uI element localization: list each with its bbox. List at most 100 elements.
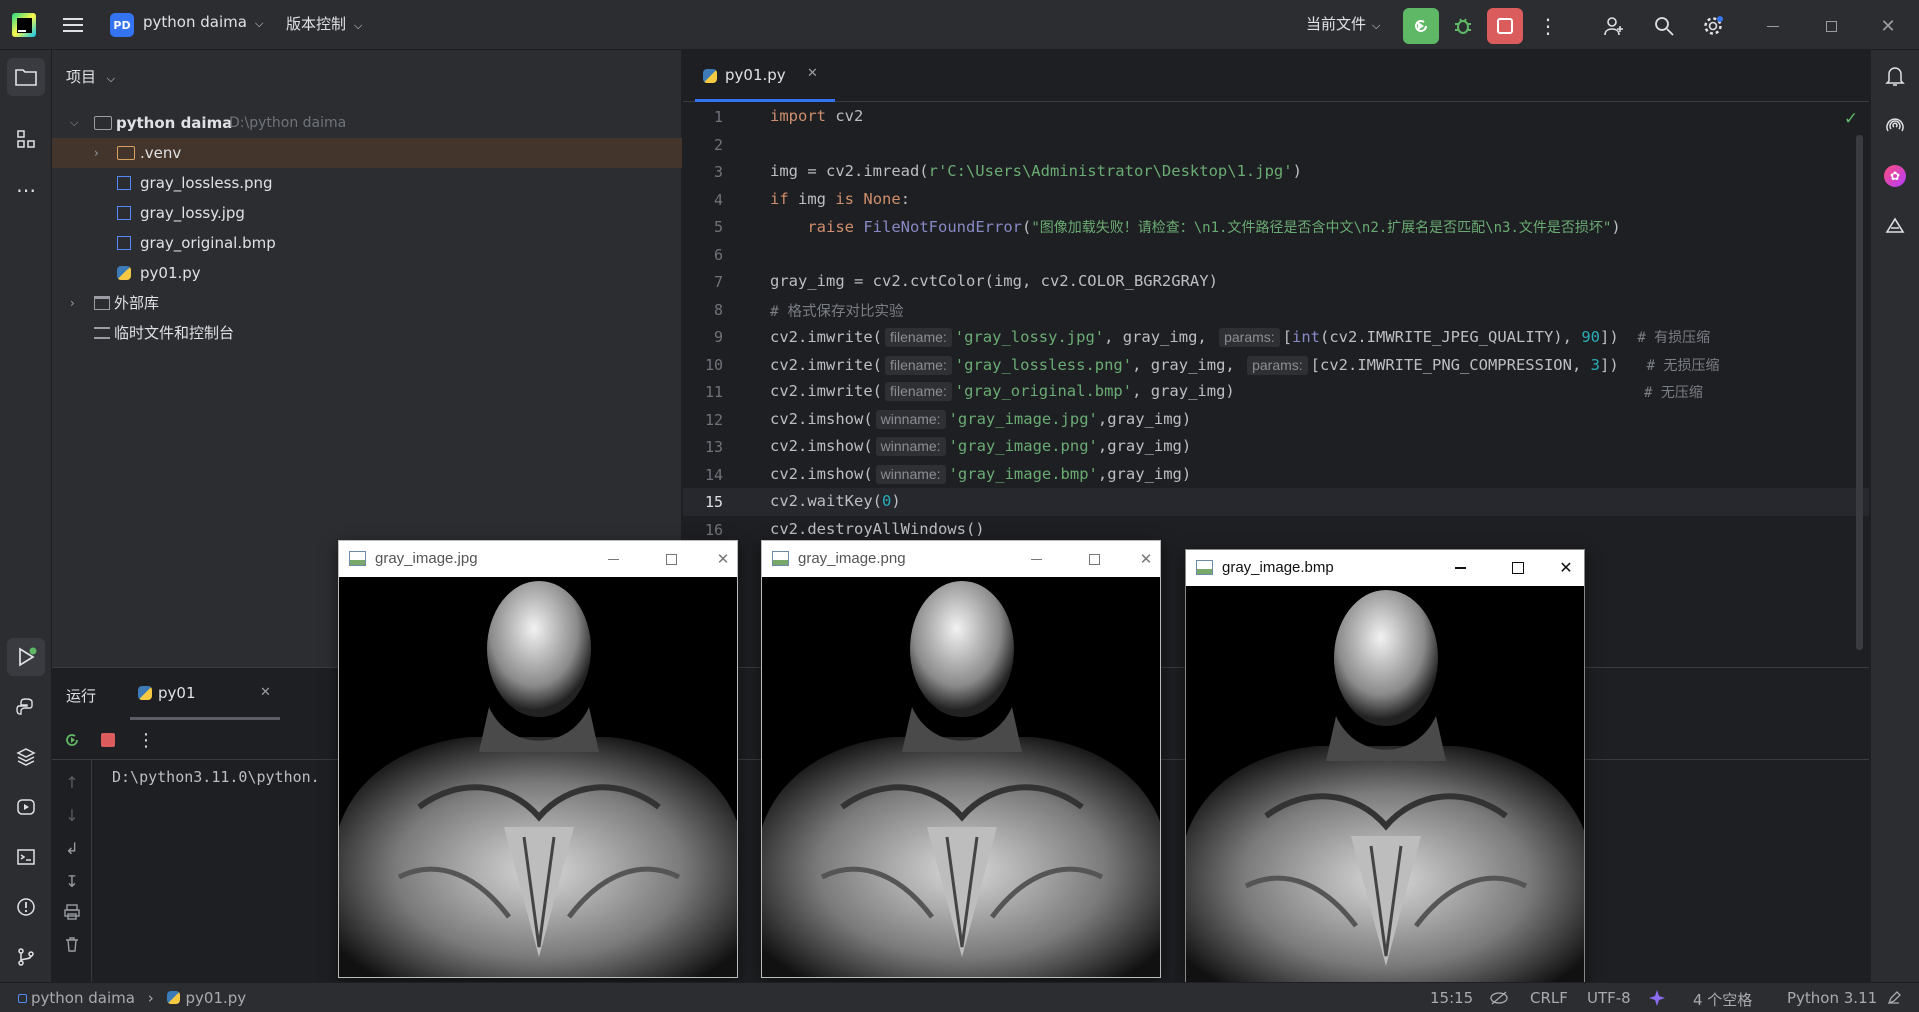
number-literal: 3 — [1590, 356, 1600, 374]
run-config-selector[interactable]: 当前文件 ⌵ — [1306, 13, 1380, 34]
tree-item-gray-lossless[interactable]: gray_lossless.png — [52, 168, 682, 198]
gray-image-display — [762, 577, 1160, 977]
imshow-window-png[interactable]: gray_image.png ✕ — [761, 540, 1161, 978]
services-icon[interactable] — [12, 793, 40, 821]
restore-window-icon[interactable] — [1815, 12, 1847, 40]
file-encoding[interactable]: UTF-8 — [1587, 989, 1631, 1007]
project-panel-header[interactable]: 项目 ⌵ — [66, 66, 115, 87]
notifications-bell-icon[interactable] — [1881, 62, 1909, 90]
string-literal: 'gray_image.bmp' — [948, 465, 1098, 483]
editor-tab-py01[interactable]: py01.py ✕ — [695, 50, 835, 102]
opencv-window-icon — [349, 551, 366, 566]
print-icon[interactable] — [60, 900, 84, 924]
imshow-window-titlebar[interactable]: gray_image.jpg ✕ — [339, 541, 737, 577]
minimize-icon[interactable] — [1014, 541, 1058, 577]
maximize-icon[interactable] — [1496, 550, 1540, 586]
tree-item-scratches[interactable]: 临时文件和控制台 — [52, 318, 682, 348]
code-line-4: if img is None: — [770, 190, 910, 208]
tree-item-external-libs[interactable]: › 外部库 — [52, 288, 682, 318]
scrollbar-track[interactable] — [1856, 135, 1863, 650]
tree-item-gray-lossy[interactable]: gray_lossy.jpg — [52, 198, 682, 228]
vcs-menu[interactable]: 版本控制 ⌵ — [286, 13, 362, 34]
close-icon[interactable]: ✕ — [707, 541, 739, 577]
rerun-button[interactable] — [1403, 8, 1439, 44]
project-view-folder-icon[interactable] — [7, 58, 45, 96]
tree-item-venv[interactable]: › .venv — [52, 138, 682, 168]
breadcrumb-file[interactable]: py01.py — [186, 989, 247, 1007]
main-menu-icon[interactable] — [60, 12, 86, 38]
scroll-up-icon[interactable]: ↑ — [60, 770, 84, 794]
no-inspections-eye-icon[interactable] — [1488, 987, 1510, 1009]
scroll-to-end-icon[interactable]: ↧ — [60, 869, 84, 893]
rerun-icon[interactable] — [60, 728, 84, 752]
imshow-window-bmp[interactable]: gray_image.bmp ✕ — [1185, 549, 1585, 987]
caret-position[interactable]: 15:15 — [1430, 989, 1473, 1007]
tree-item-label: 临时文件和控制台 — [114, 324, 235, 342]
soft-wrap-icon[interactable]: ↲ — [60, 836, 84, 860]
indent-setting[interactable]: 4 个空格 — [1693, 989, 1752, 1010]
imshow-window-jpg[interactable]: gray_image.jpg ✕ — [338, 540, 738, 978]
python-console-icon[interactable] — [12, 693, 40, 721]
close-tab-icon[interactable]: ✕ — [807, 66, 818, 81]
imshow-window-titlebar[interactable]: gray_image.bmp ✕ — [1186, 550, 1584, 586]
ai-assistant-icon[interactable] — [1881, 112, 1909, 140]
close-icon[interactable]: ✕ — [1546, 550, 1586, 586]
code-line-12: cv2.imshow(winname:'gray_image.jpg',gray… — [770, 410, 1191, 429]
more-tool-windows-icon[interactable]: ⋯ — [12, 176, 40, 204]
run-tab-py01[interactable]: py01 ✕ — [130, 668, 280, 720]
run-tool-icon[interactable] — [7, 638, 45, 676]
window-title: gray_image.jpg — [375, 550, 478, 567]
ai-status-icon[interactable] — [1646, 987, 1668, 1009]
line-number: 1 — [713, 108, 723, 126]
copilot-icon[interactable] — [1881, 212, 1909, 240]
chevron-expanded-icon[interactable]: ⌵ — [70, 108, 78, 138]
gray-image-display — [339, 577, 737, 977]
read-only-toggle-icon[interactable] — [1883, 987, 1905, 1009]
close-icon[interactable]: ✕ — [1130, 541, 1162, 577]
tree-item-label: .venv — [140, 144, 182, 162]
string-literal: 'gray_lossless.png' — [954, 356, 1133, 374]
line-separator[interactable]: CRLF — [1530, 989, 1568, 1007]
more-actions-icon[interactable]: ⋮ — [1536, 12, 1560, 40]
structure-icon[interactable] — [12, 125, 40, 153]
layers-icon[interactable] — [12, 743, 40, 771]
vcs-label: 版本控制 — [286, 15, 347, 33]
close-window-icon[interactable]: ✕ — [1872, 12, 1904, 40]
minimize-window-icon[interactable] — [1757, 12, 1789, 40]
more-actions-icon[interactable]: ⋮ — [136, 728, 156, 752]
tree-root-python-daima[interactable]: ⌵ python daima D:\python daima — [52, 108, 682, 138]
git-branch-icon[interactable] — [12, 943, 40, 971]
close-tab-icon[interactable]: ✕ — [260, 685, 271, 700]
stop-button[interactable] — [1487, 8, 1523, 44]
breadcrumb-project[interactable]: python daima — [31, 989, 135, 1007]
add-user-icon[interactable] — [1600, 12, 1628, 40]
maximize-icon[interactable] — [1072, 541, 1116, 577]
scroll-down-icon[interactable]: ↓ — [60, 803, 84, 827]
settings-gear-icon[interactable] — [1699, 12, 1727, 40]
chevron-right-icon[interactable]: › — [94, 138, 99, 168]
stop-icon[interactable] — [96, 728, 120, 752]
trash-icon[interactable] — [60, 932, 84, 956]
maximize-icon[interactable] — [649, 541, 693, 577]
plugin-flower-icon[interactable]: ✿ — [1881, 162, 1909, 190]
project-switcher[interactable]: python daima ⌵ — [143, 13, 263, 31]
tree-item-py01[interactable]: py01.py — [52, 258, 682, 288]
debug-icon[interactable] — [1449, 12, 1477, 40]
terminal-icon[interactable] — [12, 843, 40, 871]
tree-item-gray-original[interactable]: gray_original.bmp — [52, 228, 682, 258]
code-line-13: cv2.imshow(winname:'gray_image.png',gray… — [770, 437, 1191, 456]
minimize-icon[interactable] — [1438, 550, 1482, 586]
tree-item-label: gray_lossy.jpg — [140, 204, 245, 222]
code-text: cv2.imshow( — [770, 437, 873, 455]
editor-tab-bar: py01.py ✕ — [683, 50, 1869, 102]
code-line-16: cv2.destroyAllWindows() — [770, 520, 985, 538]
imshow-window-titlebar[interactable]: gray_image.png ✕ — [762, 541, 1160, 577]
right-tool-window-bar: ✿ — [1870, 50, 1919, 982]
minimize-icon[interactable] — [591, 541, 635, 577]
project-badge[interactable]: PD — [110, 13, 134, 37]
search-icon[interactable] — [1650, 12, 1678, 40]
problems-icon[interactable] — [12, 893, 40, 921]
chevron-right-icon[interactable]: › — [70, 288, 75, 318]
library-icon — [94, 296, 110, 310]
python-interpreter[interactable]: Python 3.11 — [1787, 989, 1877, 1007]
